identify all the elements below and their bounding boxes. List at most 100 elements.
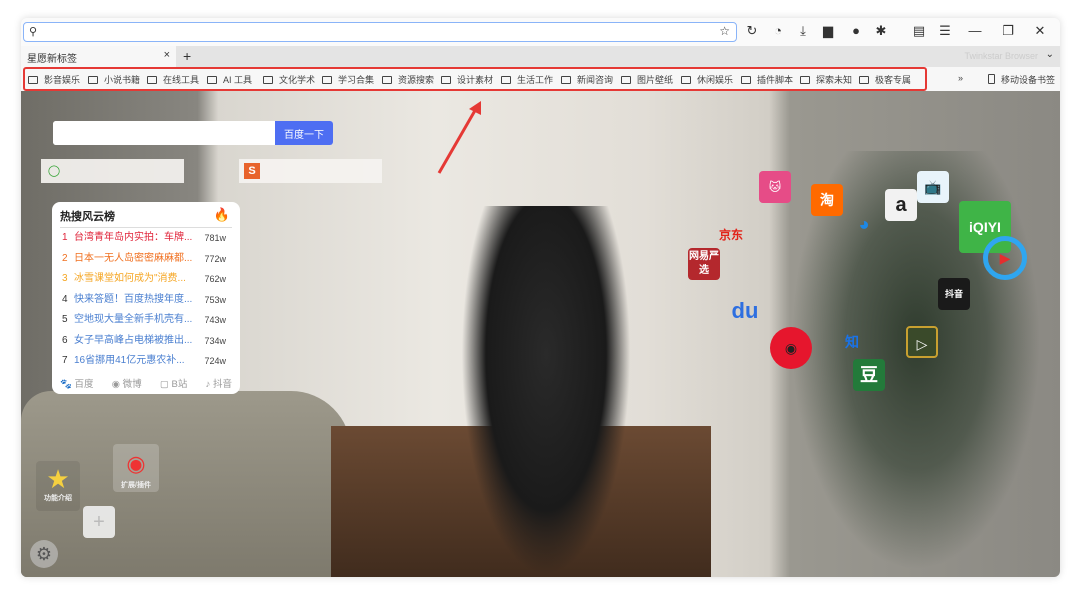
hot-search-item[interactable]: 5 空地现大量全新手机壳有... 743w: [60, 310, 232, 331]
douyin-app[interactable]: 抖音: [938, 278, 970, 310]
hot-search-item[interactable]: 7 16省挪用41亿元惠农补... 724w: [60, 351, 232, 372]
jd-app[interactable]: 京东: [715, 219, 747, 251]
hot-count: 743w: [204, 315, 226, 325]
hot-title[interactable]: 女子早高峰占电梯被推出...: [74, 331, 194, 351]
extensions-widget[interactable]: ◉ 扩展/插件: [113, 444, 159, 492]
search-360[interactable]: ◯: [41, 159, 184, 183]
bilibili-app[interactable]: 📺: [917, 171, 949, 203]
hot-search-item[interactable]: 2 日本一无人岛密密麻麻都... 772w: [60, 249, 232, 270]
bookmark-folder[interactable]: 新闻咨询: [561, 73, 613, 86]
history-icon[interactable]: ◔: [769, 23, 787, 38]
bookmark-folder[interactable]: 小说书籍: [88, 73, 140, 86]
weibo-app[interactable]: ◉: [770, 327, 812, 369]
bookmark-folder[interactable]: 插件脚本: [741, 73, 793, 86]
folder-icon: [621, 76, 631, 84]
dolphin-app[interactable]: ◕: [848, 208, 880, 240]
bookmark-folder[interactable]: 生活工作: [501, 73, 553, 86]
reader-icon[interactable]: ▤: [910, 23, 928, 39]
add-widget-button[interactable]: +: [83, 506, 115, 538]
hot-title[interactable]: 台湾青年岛内实拍：车牌...: [74, 228, 194, 248]
hot-count: 762w: [204, 274, 226, 284]
hot-title[interactable]: 快来答题！百度热搜年度...: [74, 290, 194, 310]
tab-active[interactable]: 星愿新标签 ×: [21, 46, 176, 67]
bookmark-folder[interactable]: 休闲娱乐: [681, 73, 733, 86]
baidu-app[interactable]: du: [720, 281, 770, 331]
video-app[interactable]: ▷: [906, 326, 938, 358]
bookmark-folder[interactable]: 探索未知: [800, 73, 852, 86]
screenshot-icon[interactable]: ▆: [819, 23, 837, 39]
source-bilibili[interactable]: ▢ B站: [160, 376, 187, 390]
search-360-icon: ◯: [47, 165, 61, 177]
extensions-icon[interactable]: ✱: [872, 23, 890, 39]
folder-icon: [441, 76, 451, 84]
fire-icon: 🔥: [213, 207, 230, 222]
bookmark-label: 文化学术: [279, 75, 316, 85]
bookmark-label: AI 工具: [223, 75, 253, 85]
hot-rank: 5: [62, 314, 68, 325]
download-icon[interactable]: ⤓: [794, 23, 812, 39]
bookmark-folder[interactable]: 设计素材: [441, 73, 493, 86]
folder-icon: [859, 76, 869, 84]
new-tab-page: 百度一下 ◯ S 热搜风云榜 🔥 1 台湾青年岛内实拍：车牌... 781w 2 日本一…: [21, 91, 1060, 577]
hot-search-card: 热搜风云榜 🔥 1 台湾青年岛内实拍：车牌... 781w 2 日本一无人岛密密麻麻都.…: [52, 202, 240, 394]
source-baidu[interactable]: 🐾 百度: [60, 376, 93, 390]
bookmark-folder[interactable]: 在线工具: [147, 73, 199, 86]
youku-app[interactable]: ▶: [983, 236, 1027, 280]
bookmark-label: 图片壁纸: [637, 75, 674, 85]
zhihu-app[interactable]: 知: [836, 326, 868, 358]
bookmark-label: 插件脚本: [757, 75, 794, 85]
hot-source-tabs: 🐾 百度 ◉ 微博 ▢ B站 ♪ 抖音: [60, 376, 232, 390]
hot-count: 753w: [204, 294, 226, 305]
hot-search-item[interactable]: 1 台湾青年岛内实拍：车牌... 781w: [60, 228, 232, 249]
bookmarks-more[interactable]: »: [958, 73, 963, 83]
bookmark-folder[interactable]: 资源搜索: [382, 73, 434, 86]
intro-widget[interactable]: ★ 功能介绍: [36, 461, 80, 511]
tmall-app[interactable]: 🐱: [759, 171, 791, 203]
hot-search-item[interactable]: 3 冰雪课堂如何成为"消费... 762w: [60, 269, 232, 290]
folder-icon: [322, 76, 332, 84]
tab-list-dropdown[interactable]: ⌄: [1046, 49, 1054, 60]
theme-icon[interactable]: ●: [847, 23, 865, 38]
douban-app[interactable]: 豆: [853, 359, 885, 391]
bookmark-folder[interactable]: AI 工具: [207, 73, 252, 86]
bookmark-label: 资源搜索: [398, 75, 435, 85]
menu-icon[interactable]: ☰: [936, 23, 954, 39]
address-bar[interactable]: ⚲ ☆: [23, 22, 737, 42]
search-box[interactable]: 百度一下: [53, 121, 333, 145]
search-button[interactable]: 百度一下: [275, 121, 333, 145]
search-input[interactable]: [53, 121, 273, 145]
search-sogou[interactable]: S: [239, 159, 382, 183]
mobile-bookmarks[interactable]: 移动设备书签: [988, 73, 1055, 86]
bookmark-folder[interactable]: 学习合集: [322, 73, 374, 86]
hot-title[interactable]: 日本一无人岛密密麻麻都...: [74, 249, 194, 269]
source-douyin[interactable]: ♪ 抖音: [206, 376, 232, 390]
source-weibo[interactable]: ◉ 微博: [112, 376, 142, 390]
hot-title[interactable]: 16省挪用41亿元惠农补...: [74, 351, 194, 371]
star-icon[interactable]: ☆: [719, 24, 730, 38]
settings-gear-icon[interactable]: ⚙: [30, 540, 58, 568]
bookmark-folder[interactable]: 极客专属: [859, 73, 911, 86]
hot-rank: 2: [62, 252, 68, 264]
amazon-app[interactable]: a: [885, 189, 917, 221]
reload-icon[interactable]: ↻: [743, 23, 761, 39]
minimize-icon[interactable]: —: [966, 23, 984, 38]
hot-rank: 4: [62, 293, 68, 305]
hot-search-item[interactable]: 4 快来答题！百度热搜年度... 753w: [60, 290, 232, 311]
bookmark-label: 在线工具: [163, 75, 200, 85]
yanxuan-app[interactable]: 网易严选: [688, 248, 720, 280]
hot-title[interactable]: 空地现大量全新手机壳有...: [74, 310, 194, 330]
bookmark-label: 休闲娱乐: [697, 75, 734, 85]
new-tab-button[interactable]: +: [183, 48, 191, 64]
bookmark-folder[interactable]: 文化学术: [263, 73, 315, 86]
bookmark-label: 小说书籍: [104, 75, 141, 85]
bookmark-folder[interactable]: 影音娱乐: [28, 73, 80, 86]
tab-close-icon[interactable]: ×: [164, 49, 170, 61]
bookmark-folder[interactable]: 图片壁纸: [621, 73, 673, 86]
restore-icon[interactable]: ❐: [999, 23, 1017, 39]
close-icon[interactable]: ✕: [1031, 23, 1049, 39]
hot-rank: 6: [62, 334, 68, 346]
taobao-app[interactable]: 淘: [811, 184, 843, 216]
hot-title[interactable]: 冰雪课堂如何成为"消费...: [74, 269, 194, 289]
tab-strip: 星愿新标签 × + Twinkstar Browser ⌄: [21, 46, 1060, 67]
hot-search-item[interactable]: 6 女子早高峰占电梯被推出... 734w: [60, 331, 232, 352]
